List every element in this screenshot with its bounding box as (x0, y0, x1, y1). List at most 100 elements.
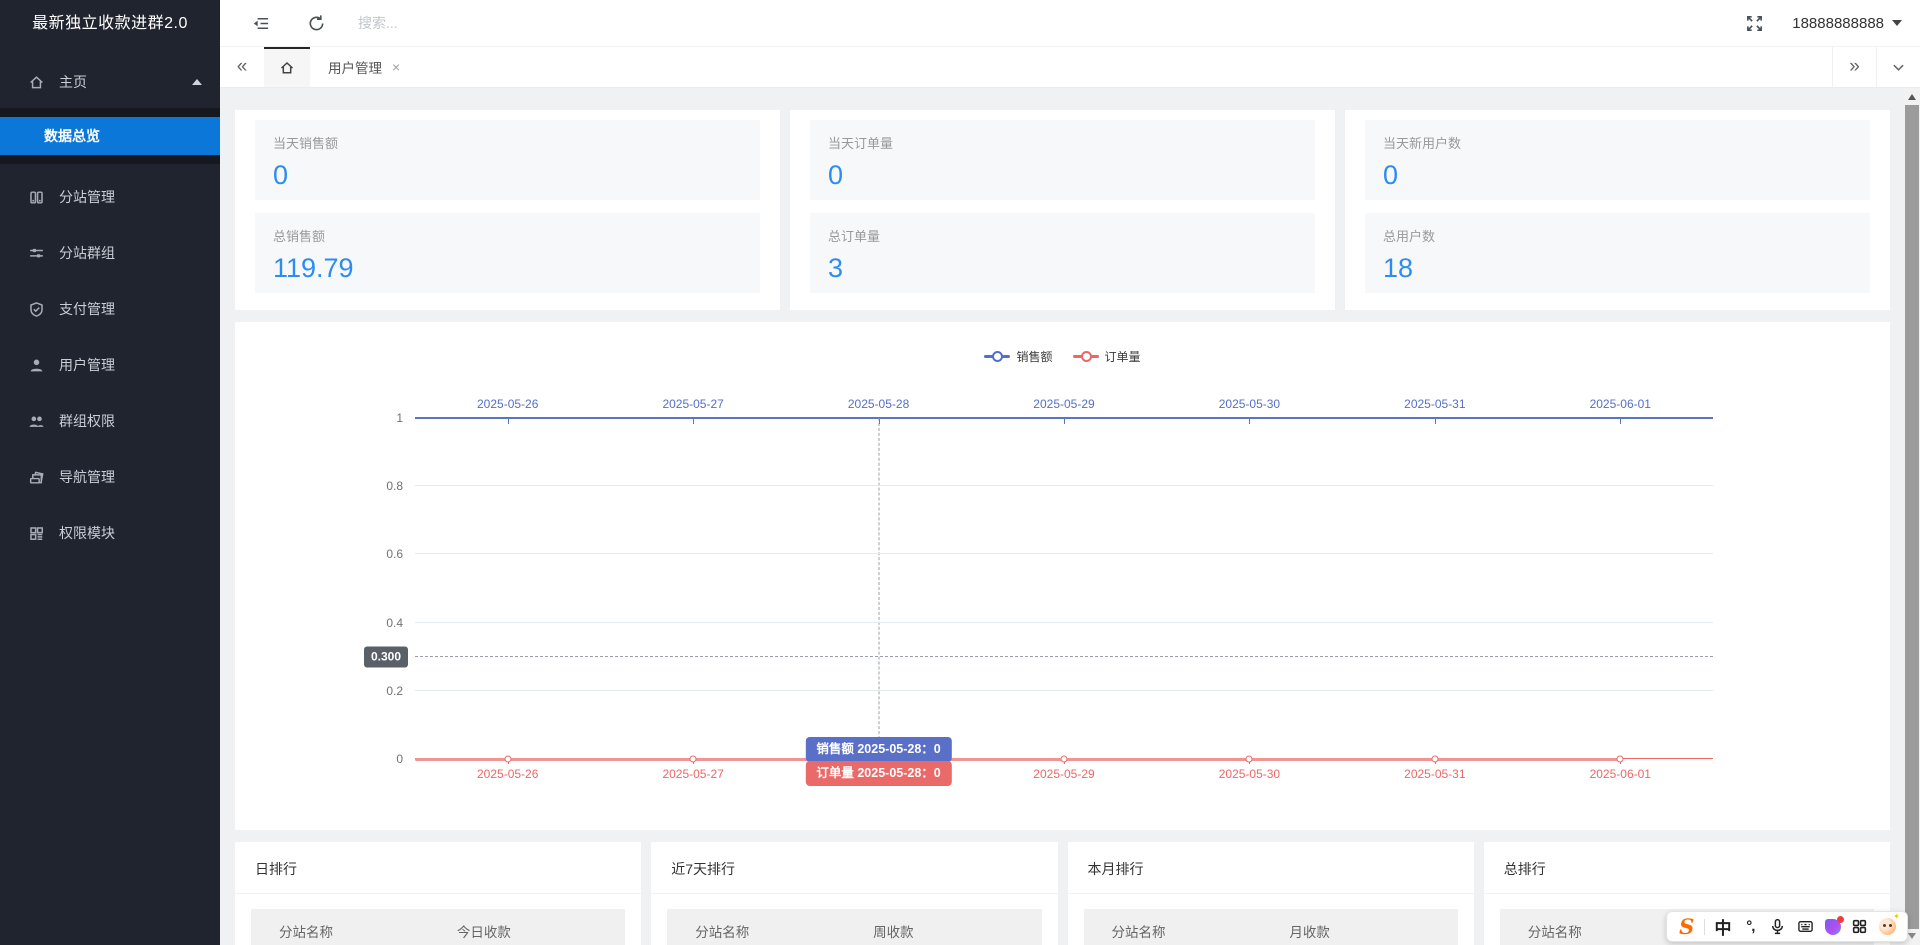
home-icon (279, 60, 295, 76)
keyboard-icon[interactable] (1793, 914, 1816, 940)
sidebar-submenu: 数据总览 (0, 108, 220, 164)
scrollbar-thumb[interactable] (1905, 105, 1919, 929)
sidebar-item-user-management[interactable]: 用户管理 (0, 339, 220, 391)
data-point-marker (1246, 756, 1253, 763)
stats-column-users: 当天新用户数 0 总用户数 18 (1345, 110, 1890, 310)
ranking-panel-7days: 近7天排行 分站名称 周收款 (651, 842, 1057, 945)
user-menu[interactable]: 18888888888 (1782, 0, 1920, 47)
sidebar-item-substation-groups[interactable]: 分站群组 (0, 227, 220, 279)
collapse-sidebar-button[interactable] (232, 0, 288, 47)
sidebar-item-substation-management[interactable]: 分站管理 (0, 171, 220, 223)
x-axis-label-top: 2025-06-01 (1590, 397, 1651, 411)
punctuation-mode-icon[interactable]: °, (1739, 914, 1762, 940)
topbar: 18888888888 (220, 0, 1920, 47)
modules-icon (28, 525, 45, 542)
sidebar-item-permission-module[interactable]: 权限模块 (0, 507, 220, 559)
sidebar-item-label: 群组权限 (59, 411, 115, 431)
tab-close-icon[interactable]: × (392, 59, 400, 75)
crosshair-horizontal-line (415, 656, 1713, 657)
tabs-menu-button[interactable] (1876, 47, 1920, 87)
main-content: 当天销售额 0 总销售额 119.79 当天订单量 0 总订单量 3 当天新用户… (220, 88, 1904, 945)
legend-label: 销售额 (1016, 348, 1052, 365)
stat-card-today-sales: 当天销售额 0 (255, 120, 760, 200)
x-axis-label-top: 2025-05-29 (1033, 397, 1094, 411)
sidebar-item-payment-management[interactable]: 支付管理 (0, 283, 220, 335)
x-axis-label-top: 2025-05-27 (662, 397, 723, 411)
scrollbar-up-arrow[interactable] (1904, 90, 1920, 104)
tab-label: 用户管理 (328, 57, 382, 77)
column-header-site-name: 分站名称 (1084, 921, 1290, 941)
stat-card-total-users: 总用户数 18 (1365, 213, 1870, 293)
gridline (415, 485, 1713, 486)
triangle-down-icon (1908, 933, 1916, 939)
tab-user-management[interactable]: 用户管理 × (310, 47, 414, 87)
ranking-panel-daily: 日排行 分站名称 今日收款 (235, 842, 641, 945)
legend-item-orders[interactable]: 订单量 (1073, 348, 1141, 365)
y-axis-label: 0.8 (386, 479, 403, 493)
x-axis-label-top: 2025-05-30 (1219, 397, 1280, 411)
sidebar-item-navigation-management[interactable]: 导航管理 (0, 451, 220, 503)
legend-label: 订单量 (1105, 348, 1141, 365)
x-axis-label-bottom: 2025-05-27 (662, 767, 723, 781)
legend-item-sales[interactable]: 销售额 (984, 348, 1052, 365)
ime-toolbar: S 中 °, (1666, 911, 1908, 942)
tabs-scroll-right-button[interactable]: » (1832, 47, 1876, 87)
skin-theme-icon[interactable] (1821, 914, 1844, 940)
app-title: 最新独立收款进群2.0 (0, 0, 220, 47)
chart-legend: 销售额 订单量 (235, 348, 1890, 365)
gridline (415, 690, 1713, 691)
stat-value: 18 (1383, 253, 1852, 284)
ranking-title: 日排行 (235, 842, 641, 894)
x-axis-label-bottom: 2025-05-30 (1219, 767, 1280, 781)
x-axis-tick-top (1435, 419, 1436, 424)
emoji-icon[interactable] (1876, 914, 1899, 940)
stat-value: 0 (1383, 160, 1852, 191)
sidebar-item-label: 权限模块 (59, 523, 115, 543)
x-axis-label-bottom: 2025-05-31 (1404, 767, 1465, 781)
ranking-table-header: 分站名称 今日收款 (251, 909, 625, 945)
y-axis-label: 0.2 (386, 684, 403, 698)
stat-label: 总订单量 (828, 226, 1297, 245)
axis-pointer-label-orders: 订单量 2025-05-28：0 (805, 761, 951, 786)
x-axis-tick-top (879, 419, 880, 424)
data-point-marker (1061, 756, 1068, 763)
chinese-mode-icon[interactable]: 中 (1711, 914, 1734, 940)
stat-label: 当天销售额 (273, 133, 742, 152)
column-header-site-name: 分站名称 (251, 921, 457, 941)
column-header-amount: 今日收款 (457, 921, 625, 941)
x-axis-label-top: 2025-05-26 (477, 397, 538, 411)
ranking-panel-month: 本月排行 分站名称 月收款 (1068, 842, 1474, 945)
column-header-amount: 周收款 (873, 921, 1041, 941)
sidebar-item-data-overview[interactable]: 数据总览 (0, 117, 220, 155)
x-axis-label-top: 2025-05-28 (848, 397, 909, 411)
sidebar-item-home[interactable]: 主页 (0, 56, 220, 108)
stat-value: 0 (828, 160, 1297, 191)
tab-home[interactable] (264, 47, 310, 87)
x-axis-label-bottom: 2025-06-01 (1590, 767, 1651, 781)
stat-card-total-orders: 总订单量 3 (810, 213, 1315, 293)
toolbox-grid-icon[interactable] (1848, 914, 1871, 940)
stats-column-orders: 当天订单量 0 总订单量 3 (790, 110, 1335, 310)
y-axis-label: 0.6 (386, 547, 403, 561)
ranking-title: 本月排行 (1068, 842, 1474, 894)
ranking-title: 总排行 (1484, 842, 1890, 894)
search-input[interactable] (358, 15, 578, 31)
sidebar-item-group-permissions[interactable]: 群组权限 (0, 395, 220, 447)
tabs-scroll-left-button[interactable]: « (220, 47, 264, 87)
sogou-logo-icon[interactable]: S (1675, 914, 1698, 940)
axis-pointer-label-y: 0.300 (364, 646, 408, 667)
sidebar-item-label: 主页 (59, 72, 87, 92)
sliders-icon (28, 245, 45, 262)
shield-check-icon (28, 301, 45, 318)
refresh-button[interactable] (288, 0, 344, 47)
sidebar-item-label: 分站管理 (59, 187, 115, 207)
stat-card-total-sales: 总销售额 119.79 (255, 213, 760, 293)
tabbar-right: » (1832, 47, 1920, 87)
stat-label: 当天订单量 (828, 133, 1297, 152)
users-icon (28, 413, 45, 430)
microphone-icon[interactable] (1766, 914, 1789, 940)
stat-label: 总销售额 (273, 226, 742, 245)
fullscreen-button[interactable] (1726, 0, 1782, 47)
x-axis-tick-top (1620, 419, 1621, 424)
sales-orders-chart: 销售额 订单量 销售额 2025-05-28：0 订单量 2025-05-28：… (235, 322, 1890, 830)
